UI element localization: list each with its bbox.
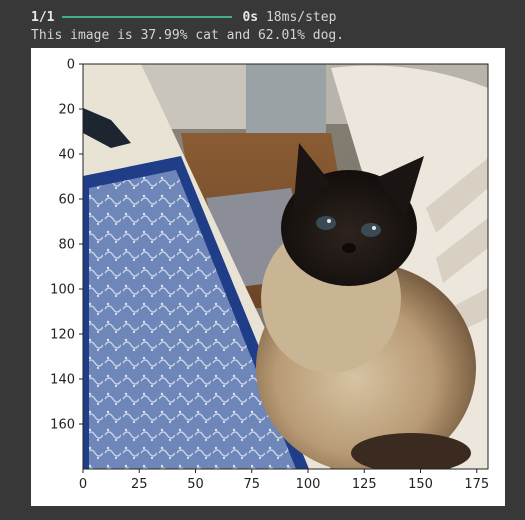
y-tick-label: 40 <box>58 148 75 163</box>
y-tick-label: 0 <box>67 58 75 73</box>
progress-fill <box>62 16 233 18</box>
progress-log: 1/1 0s 18ms/step <box>31 9 336 25</box>
plot-canvas: 0 20 40 60 80 100 120 140 160 0 25 50 75 100 125 150 17… <box>50 58 489 493</box>
siamese-cat-photo-icon <box>83 64 488 469</box>
y-tick-label: 60 <box>58 193 75 208</box>
per-step-time: 18ms/step <box>265 9 337 25</box>
x-tick-label: 150 <box>408 477 433 492</box>
x-tick-label: 0 <box>79 477 87 492</box>
y-tick-label: 160 <box>50 418 75 433</box>
matplotlib-figure: 0 20 40 60 80 100 120 140 160 0 25 50 75 100 125 150 17… <box>31 48 505 506</box>
y-tick-label: 80 <box>58 238 75 253</box>
x-tick-label: 175 <box>464 477 489 492</box>
progress-bar <box>62 16 233 18</box>
x-tick-label: 100 <box>296 477 321 492</box>
y-tick-label: 120 <box>50 328 75 343</box>
y-tick-label: 20 <box>58 103 75 118</box>
x-tick-label: 50 <box>187 477 204 492</box>
prediction-result: This image is 37.99% cat and 62.01% dog. <box>31 28 345 43</box>
y-tick-label: 100 <box>50 283 75 298</box>
y-tick-label: 140 <box>50 373 75 388</box>
notebook-output-cell: 1/1 0s 18ms/step This image is 37.99% ca… <box>0 0 525 520</box>
y-axis: 0 20 40 60 80 100 120 140 160 <box>50 58 83 433</box>
x-tick-label: 75 <box>243 477 260 492</box>
duration: 0s <box>242 9 259 25</box>
x-tick-label: 125 <box>352 477 377 492</box>
x-tick-label: 25 <box>131 477 148 492</box>
step-count: 1/1 <box>31 9 55 25</box>
x-axis: 0 25 50 75 100 125 150 175 <box>79 469 489 492</box>
